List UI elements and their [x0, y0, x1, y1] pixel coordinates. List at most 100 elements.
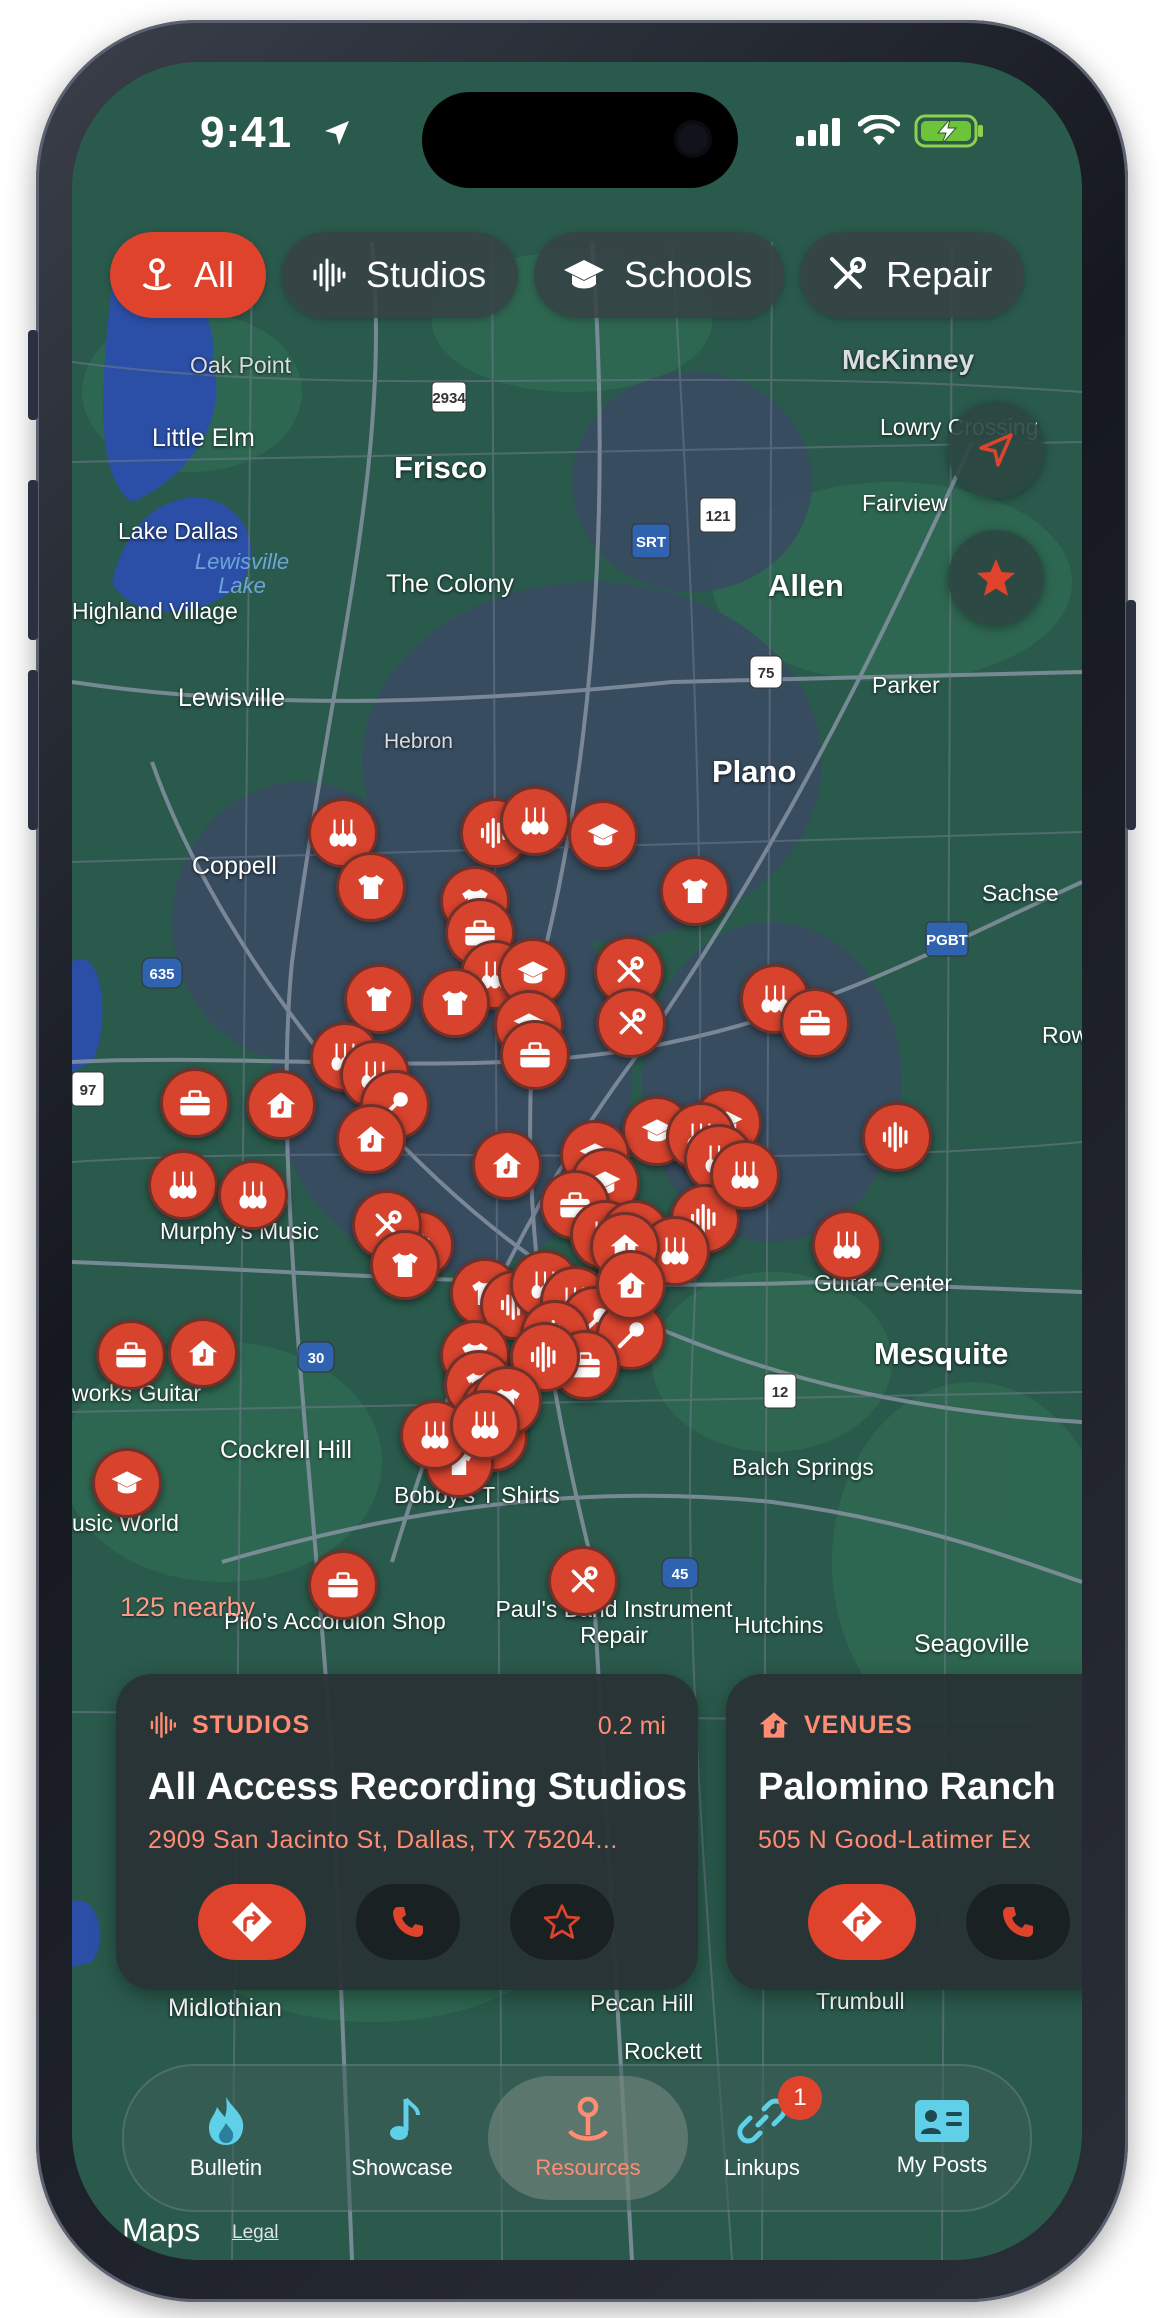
shield-75: 75: [758, 665, 775, 682]
locate-me-button[interactable]: [948, 402, 1044, 498]
resource-card[interactable]: VENUES Palomino Ranch 505 N Good-Latimer…: [726, 1674, 1082, 1990]
waveform-icon: [313, 258, 346, 292]
pin-icon: [142, 258, 172, 291]
card-category: VENUES: [758, 1710, 913, 1740]
tab-my-posts[interactable]: My Posts: [854, 2066, 1030, 2210]
filter-chip-label: Studios: [366, 254, 487, 295]
venue-pin-icon: [356, 1126, 386, 1152]
tab-bulletin[interactable]: Bulletin: [138, 2066, 314, 2210]
card-title: Palomino Ranch: [758, 1766, 1056, 1808]
map-pin-shirt[interactable]: [370, 1230, 440, 1300]
repair-pin-icon: [617, 956, 644, 983]
card-category: STUDIOS: [148, 1710, 310, 1740]
battery-charging-icon: [914, 114, 983, 148]
favorites-button[interactable]: [948, 530, 1044, 626]
filter-chip-all[interactable]: All: [110, 232, 267, 318]
directions-button[interactable]: [198, 1884, 306, 1960]
map-pin-shop[interactable]: [160, 1068, 230, 1138]
shop-pin-icon: [116, 1342, 146, 1368]
map-pin-venue[interactable]: [246, 1070, 316, 1140]
map-pin-shirt[interactable]: [420, 968, 490, 1038]
guitar-pin-icon: [169, 1171, 197, 1199]
card-title: All Access Recording Studios: [148, 1766, 688, 1808]
guitar-pin-icon: [521, 807, 549, 835]
shield-30: 30: [308, 1350, 325, 1367]
filter-chip-repair[interactable]: Repair: [800, 232, 1025, 318]
map-pin-shop[interactable]: [780, 988, 850, 1058]
map-pin-repair[interactable]: [548, 1546, 618, 1616]
place-label: Sachse: [982, 880, 1059, 906]
status-icons: [796, 114, 986, 148]
id-card-icon: [915, 2100, 969, 2142]
studio-pin-icon: [882, 1122, 908, 1152]
repair-pin-icon: [619, 1008, 646, 1035]
resource-card[interactable]: STUDIOS 0.2 mi All Access Recording Stud…: [116, 1674, 698, 1990]
map-pin-shirt[interactable]: [660, 856, 730, 926]
nearby-count: 125 nearby: [120, 1592, 256, 1622]
favorite-button[interactable]: [510, 1884, 614, 1960]
location-arrow-icon: [979, 433, 1013, 467]
map-pin-shirt[interactable]: [336, 852, 406, 922]
tab-label: Linkups: [724, 2155, 800, 2180]
tab-label: Bulletin: [189, 2155, 263, 2180]
map-pin-guitar[interactable]: [218, 1160, 288, 1230]
notification-badge: 1: [778, 2076, 822, 2120]
map-pin-guitar[interactable]: [148, 1150, 218, 1220]
place-label: Lewisville: [178, 684, 285, 712]
directions-icon: [232, 1902, 272, 1942]
shield-pgbt: PGBT: [926, 932, 968, 949]
map-pin-shop[interactable]: [308, 1550, 378, 1620]
cellular-signal-icon: [796, 118, 840, 146]
map-pin-shop[interactable]: [500, 1020, 570, 1090]
map-pin-venue[interactable]: [596, 1250, 666, 1320]
map-pin-shop[interactable]: [96, 1320, 166, 1390]
shirt-pin-icon: [366, 987, 392, 1011]
tab-linkups[interactable]: Linkups 1: [674, 2066, 850, 2210]
filter-chip-studios[interactable]: Studios: [282, 232, 519, 318]
place-label: Paul's Band Instrument Repair: [495, 1596, 733, 1648]
maps-attribution: Maps: [122, 2212, 201, 2248]
tab-resources[interactable]: Resources: [488, 2076, 688, 2200]
call-button[interactable]: [356, 1884, 460, 1960]
map-pin-venue[interactable]: [336, 1104, 406, 1174]
place-label: Row: [1042, 1022, 1082, 1048]
school-pin-icon: [517, 961, 549, 984]
map-pin-school[interactable]: [92, 1448, 162, 1518]
tools-icon: [830, 257, 867, 289]
map-pin-school[interactable]: [568, 800, 638, 870]
place-label: Lake Dallas: [118, 518, 239, 544]
venue-pin-icon: [188, 1340, 218, 1366]
call-button[interactable]: [966, 1884, 1070, 1960]
place-label: Fairview: [862, 490, 948, 516]
category-filter-bar: All Studios Schools Repair: [110, 232, 1025, 318]
map-pin-guitar[interactable]: [450, 1390, 520, 1460]
filter-chip-schools[interactable]: Schools: [534, 232, 785, 318]
map-pin-guitar[interactable]: [500, 786, 570, 856]
shirt-pin-icon: [358, 875, 384, 899]
guitar-pin-icon: [421, 1421, 449, 1449]
music-note-icon: [390, 2097, 420, 2140]
guitar-pin-icon: [471, 1411, 499, 1439]
map-pin-guitar[interactable]: [710, 1140, 780, 1210]
tab-showcase[interactable]: Showcase: [314, 2066, 490, 2210]
shield-srt: SRT: [636, 534, 666, 551]
map-pin-repair[interactable]: [596, 988, 666, 1058]
map-pin-venue[interactable]: [168, 1318, 238, 1388]
waveform-icon: [150, 1711, 177, 1739]
phone-icon: [1003, 1907, 1033, 1937]
place-label: Balch Springs: [732, 1454, 874, 1480]
map-pin-studio[interactable]: [862, 1102, 932, 1172]
place-label: Hutchins: [734, 1612, 824, 1638]
guitar-pin-icon: [329, 819, 357, 847]
map-pin-guitar[interactable]: [812, 1210, 882, 1280]
shield-2934: 2934: [432, 390, 466, 407]
place-label: Trumbull: [816, 1988, 905, 2014]
place-label: Parker: [872, 672, 940, 698]
legal-link[interactable]: Legal: [232, 2222, 279, 2244]
directions-button[interactable]: [808, 1884, 916, 1960]
shield-121: 121: [705, 508, 730, 525]
shirt-pin-icon: [392, 1253, 418, 1277]
card-distance: 0.2 mi: [597, 1712, 666, 1740]
place-label: The Colony: [386, 570, 514, 598]
map-pin-venue[interactable]: [472, 1130, 542, 1200]
